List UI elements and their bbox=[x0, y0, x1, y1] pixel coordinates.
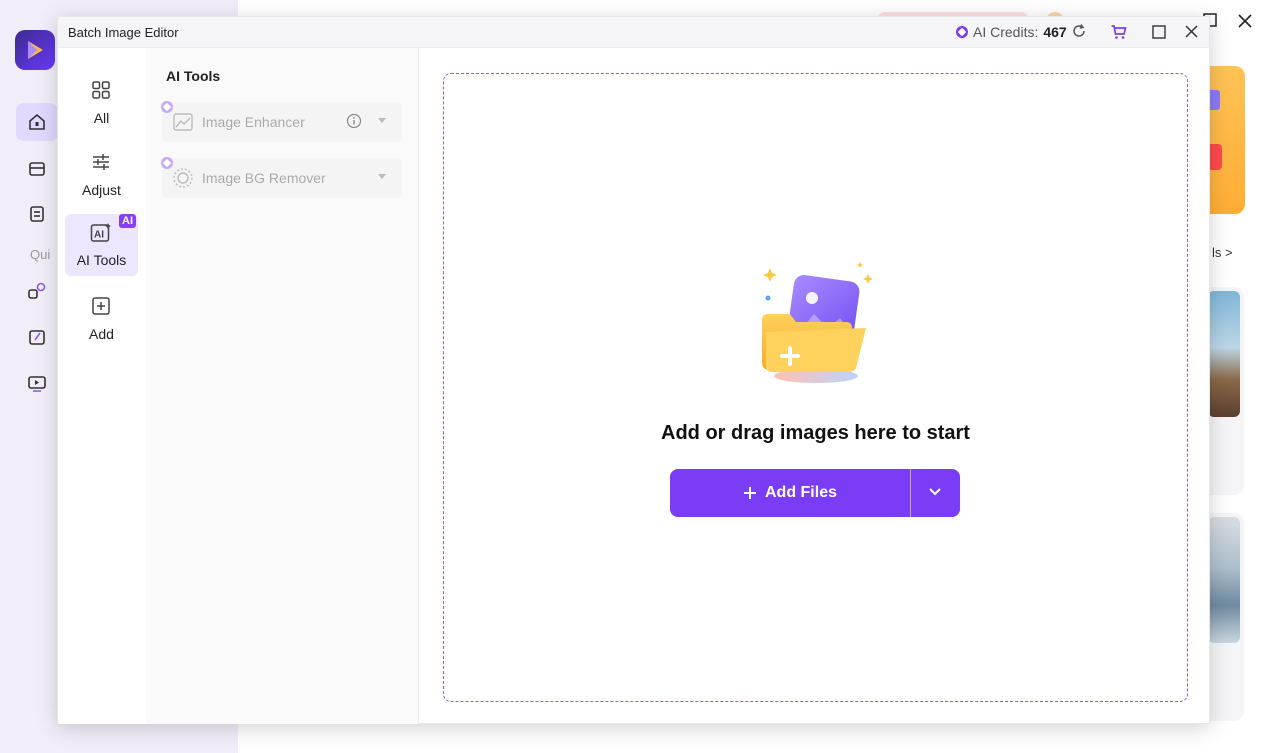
credits-value: 467 bbox=[1043, 24, 1067, 40]
tool-name: Image Enhancer bbox=[202, 114, 305, 130]
bg-nav-tool-2[interactable] bbox=[16, 318, 58, 356]
batch-image-editor-window: Batch Image Editor AI Credits: 467 All A… bbox=[57, 16, 1210, 724]
image-drop-zone[interactable]: Add or drag images here to start Add Fil… bbox=[443, 73, 1188, 702]
title-bar: Batch Image Editor AI Credits: 467 bbox=[58, 17, 1209, 48]
play-logo-icon bbox=[28, 41, 43, 59]
bg-nav-tool-1[interactable] bbox=[16, 272, 58, 310]
enhance-icon bbox=[173, 113, 193, 131]
credit-gem-icon bbox=[956, 26, 968, 38]
rail-label-all: All bbox=[93, 110, 110, 126]
swap-icon bbox=[28, 282, 46, 299]
refresh-icon[interactable] bbox=[1071, 23, 1087, 39]
grid-icon bbox=[92, 81, 110, 99]
bg-close-icon[interactable] bbox=[1236, 12, 1254, 30]
add-files-dropdown-button[interactable] bbox=[911, 469, 960, 517]
tool-name: Image BG Remover bbox=[202, 170, 326, 186]
plus-icon bbox=[743, 487, 756, 499]
tool-image-enhancer[interactable]: Image Enhancer bbox=[161, 101, 402, 142]
bg-quick-label: Qui bbox=[30, 247, 51, 262]
app-logo bbox=[15, 30, 55, 70]
rail-item-all[interactable]: All bbox=[65, 72, 138, 136]
add-files-button-group: Add Files bbox=[670, 469, 960, 517]
add-files-label: Add Files bbox=[764, 484, 837, 501]
bg-remove-icon bbox=[173, 168, 193, 188]
rail-label-add: Add bbox=[89, 326, 114, 342]
rail-item-add[interactable]: Add bbox=[65, 288, 138, 352]
sliders-icon bbox=[93, 154, 109, 170]
briefcase-icon bbox=[29, 162, 45, 176]
panel-title: AI Tools bbox=[166, 68, 221, 84]
rail-label-adjust: Adjust bbox=[82, 182, 121, 198]
cart-icon[interactable] bbox=[1110, 23, 1128, 41]
bg-nav-tool-3[interactable] bbox=[16, 364, 58, 402]
drop-zone-message: Add or drag images here to start bbox=[661, 422, 970, 444]
document-icon bbox=[30, 206, 44, 222]
plus-square-icon bbox=[92, 297, 110, 315]
bg-nav-home[interactable] bbox=[16, 103, 58, 141]
category-rail: All Adjust AI AI AI Tools Add bbox=[58, 48, 146, 724]
tools-panel: AI Tools Image Enhancer Image BG Remover bbox=[146, 48, 419, 724]
credits-label: AI Credits: bbox=[973, 24, 1039, 40]
bg-tools-link[interactable]: ls > bbox=[1212, 245, 1233, 260]
ai-badge: AI bbox=[119, 214, 136, 228]
ai-credits: AI Credits: 467 bbox=[956, 24, 1067, 40]
edit-doc-icon bbox=[29, 330, 45, 345]
tool-image-bg-remover[interactable]: Image BG Remover bbox=[161, 157, 402, 198]
info-icon[interactable] bbox=[346, 113, 362, 129]
chevron-down-icon[interactable] bbox=[377, 117, 387, 125]
bg-nav-projects[interactable] bbox=[16, 149, 58, 187]
chevron-down-icon[interactable] bbox=[377, 173, 387, 181]
screen-play-icon bbox=[28, 376, 46, 392]
rail-item-adjust[interactable]: Adjust bbox=[65, 144, 138, 208]
add-files-button[interactable]: Add Files bbox=[670, 469, 910, 517]
bg-nav-docs[interactable] bbox=[16, 195, 58, 233]
rail-item-ai-tools[interactable]: AI AI AI Tools bbox=[65, 214, 138, 276]
ai-icon: AI bbox=[90, 223, 111, 242]
chevron-down-icon bbox=[929, 488, 941, 496]
maximize-icon[interactable] bbox=[1152, 25, 1166, 39]
window-title: Batch Image Editor bbox=[68, 25, 179, 40]
home-icon bbox=[29, 113, 45, 130]
rail-label-ai-tools: AI Tools bbox=[76, 252, 127, 268]
svg-text:AI: AI bbox=[94, 230, 104, 241]
folder-image-illustration-icon bbox=[762, 262, 873, 383]
close-icon[interactable] bbox=[1184, 24, 1199, 39]
